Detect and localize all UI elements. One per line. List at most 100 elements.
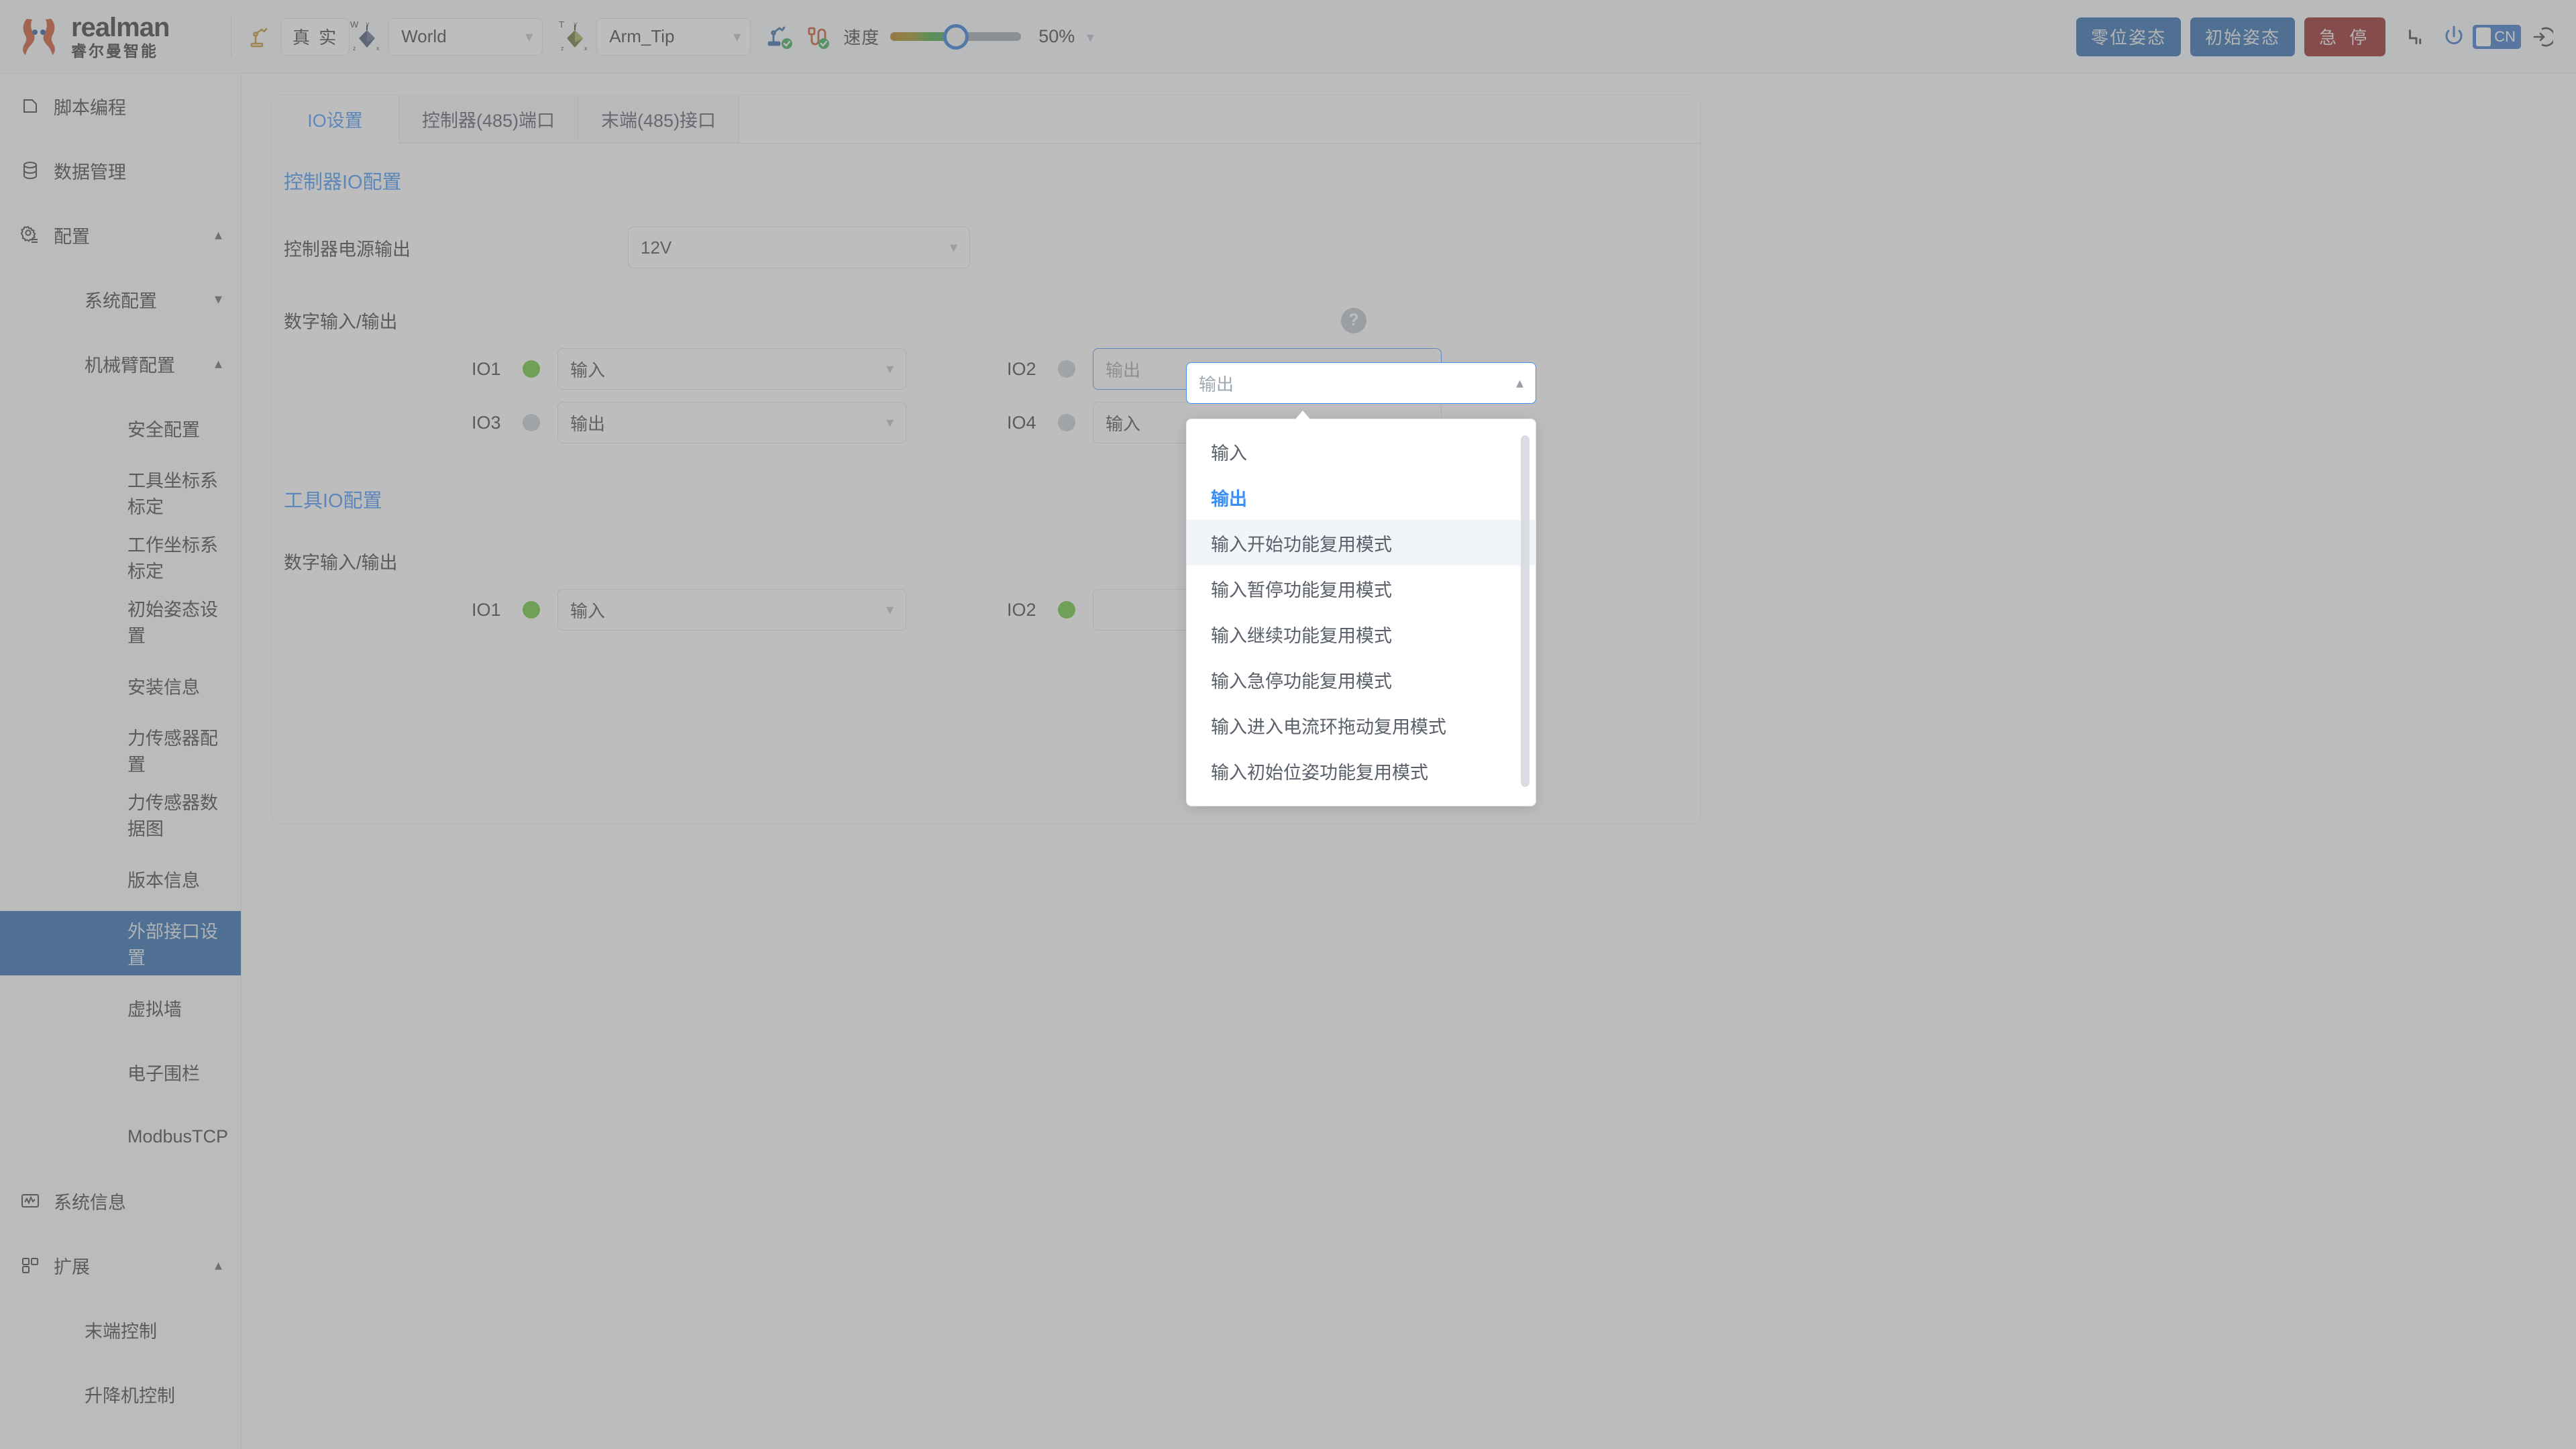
sidebar-item-6[interactable]: 工具坐标系标定 — [0, 460, 241, 525]
io-port-label: IO4 — [1007, 412, 1036, 433]
sidebar-item-1[interactable]: 数据管理 — [0, 138, 241, 203]
svg-text:x: x — [376, 45, 380, 52]
logout-icon[interactable] — [2521, 18, 2559, 56]
sidebar-item-16[interactable]: ModbusTCP — [0, 1104, 241, 1169]
io-mode-select[interactable]: 输出 ▾ — [557, 402, 906, 443]
tab-1[interactable]: 控制器(485)端口 — [399, 95, 579, 143]
io-status-indicator — [523, 414, 540, 431]
power-output-row: 控制器电源输出 12V ▾ — [272, 227, 1701, 268]
chevron-up-icon[interactable]: ▴ — [215, 355, 222, 372]
zero-pose-button[interactable]: 零位姿态 — [2076, 17, 2181, 56]
emergency-stop-button[interactable]: 急 停 — [2304, 17, 2386, 56]
power-output-select[interactable]: 12V ▾ — [628, 227, 970, 268]
chevron-up-icon[interactable]: ▴ — [215, 226, 222, 244]
sidebar-item-label: 工具坐标系标定 — [127, 471, 218, 517]
tab-0[interactable]: IO设置 — [272, 95, 399, 144]
sidebar-item-20[interactable]: 升降机控制 — [0, 1362, 241, 1426]
dropdown-option-4[interactable]: 输入继续功能复用模式 — [1187, 611, 1536, 657]
dropdown-option-0[interactable]: 输入 — [1187, 429, 1536, 474]
help-icon[interactable]: ? — [1341, 307, 1366, 333]
sidebar-item-19[interactable]: 末端控制 — [0, 1297, 241, 1362]
dropdown-option-3[interactable]: 输入暂停功能复用模式 — [1187, 566, 1536, 611]
world-axis-icon: W Y z x — [350, 18, 384, 56]
frame-select[interactable]: World ▾ — [388, 17, 543, 56]
sidebar-item-label: 配置 — [54, 226, 90, 247]
io-mode-select[interactable]: 输入 ▾ — [557, 589, 906, 631]
sidebar-item-18[interactable]: 扩展 ▴ — [0, 1233, 241, 1297]
sidebar-item-0[interactable]: 脚本编程 — [0, 74, 241, 138]
dropdown-scrollbar[interactable] — [1521, 435, 1529, 787]
svg-text:z: z — [561, 45, 564, 52]
sidebar-item-label: 末端控制 — [85, 1321, 157, 1342]
sidebar-item-17[interactable]: 系统信息 — [0, 1169, 241, 1233]
sidebar-item-label: 工作坐标系标定 — [127, 535, 218, 582]
chevron-up-icon: ▴ — [1515, 374, 1523, 391]
sidebar-item-5[interactable]: 安全配置 — [0, 396, 241, 460]
init-pose-button[interactable]: 初始姿态 — [2190, 17, 2295, 56]
sidebar-item-12[interactable]: 版本信息 — [0, 847, 241, 911]
sidebar-item-label: 脚本编程 — [54, 97, 126, 118]
sidebar-item-label: ModbusTCP — [127, 1126, 229, 1146]
brand-text: realman 睿尔曼智能 — [71, 14, 170, 59]
chevron-down-icon[interactable]: ▾ — [215, 290, 222, 308]
sidebar-item-7[interactable]: 工作坐标系标定 — [0, 525, 241, 589]
tool-axis-icon: T Y z x — [557, 18, 592, 56]
power-output-value: 12V — [641, 237, 672, 258]
sidebar-item-3[interactable]: 系统配置 ▾ — [0, 267, 241, 331]
speed-slider[interactable] — [890, 18, 1022, 56]
chevron-up-icon[interactable]: ▴ — [215, 1256, 222, 1274]
sidebar-item-9[interactable]: 安装信息 — [0, 653, 241, 718]
sidebar-item-label: 电子围栏 — [127, 1063, 200, 1084]
io-port-label: IO1 — [472, 599, 501, 620]
io-mode-select[interactable]: 输入 ▾ — [557, 348, 906, 390]
sidebar-item-4[interactable]: 机械臂配置 ▴ — [0, 331, 241, 396]
io-status-indicator — [1058, 414, 1075, 431]
grid-icon — [15, 1254, 46, 1277]
dropdown-option-label: 输入急停功能复用模式 — [1211, 671, 1392, 692]
sidebar-item-8[interactable]: 初始姿态设置 — [0, 589, 241, 653]
robot-arm-icon[interactable] — [244, 18, 281, 56]
chevron-down-icon: ▾ — [885, 414, 894, 431]
dropdown-option-5[interactable]: 输入急停功能复用模式 — [1187, 657, 1536, 702]
io2-select-trigger[interactable]: 输出 ▴ — [1186, 362, 1536, 404]
brand-logo: realman 睿尔曼智能 — [17, 14, 219, 59]
tab-2[interactable]: 末端(485)接口 — [578, 95, 740, 143]
sidebar-item-13[interactable]: 外部接口设置 — [0, 911, 241, 975]
speed-percent: 50% — [1038, 26, 1075, 46]
script-icon — [15, 95, 46, 117]
sidebar-item-label: 安全配置 — [127, 419, 200, 440]
io-mode-value: 输入 — [570, 360, 606, 380]
sidebar-item-14[interactable]: 虚拟墙 — [0, 975, 241, 1040]
io-status-indicator — [523, 601, 540, 619]
sidebar-item-15[interactable]: 电子围栏 — [0, 1040, 241, 1104]
io2-dropdown-menu[interactable]: 输入 输出 输入开始功能复用模式 输入暂停功能复用模式 输入继续功能复用模式输入急停功能… — [1186, 419, 1536, 806]
dropdown-option-6[interactable]: 输入进入电流环拖动复用模式 — [1187, 702, 1536, 748]
joint-icon[interactable] — [2398, 18, 2435, 56]
chevron-down-icon: ▾ — [885, 601, 894, 618]
sidebar-item-11[interactable]: 力传感器数据图 — [0, 782, 241, 847]
dropdown-option-1[interactable]: 输出 — [1187, 474, 1536, 520]
sidebar-item-10[interactable]: 力传感器配置 — [0, 718, 241, 782]
power-output-label: 控制器电源输出 — [284, 239, 411, 260]
slider-knob[interactable] — [943, 23, 969, 50]
tool-select[interactable]: Arm_Tip ▾ — [596, 17, 751, 56]
language-toggle[interactable]: CN — [2473, 18, 2521, 56]
io-mode-value: 输入 — [1106, 413, 1141, 434]
io-mode-value: 输出 — [570, 413, 606, 434]
sidebar-item-label: 外部接口设置 — [127, 922, 218, 968]
gear-icon — [15, 223, 46, 246]
sidebar-item-label: 系统信息 — [54, 1192, 126, 1213]
svg-text:T: T — [559, 19, 564, 30]
panel-tabs: IO设置 控制器(485)端口 末端(485)接口 — [272, 95, 1701, 144]
io-status-indicator — [1058, 360, 1075, 378]
power-icon[interactable] — [2435, 18, 2473, 56]
io-mode-value: 输入 — [570, 600, 606, 621]
io-cell: IO1 输入 ▾ — [472, 589, 906, 631]
io-cell: IO1 输入 ▾ — [472, 348, 906, 390]
dropdown-option-7[interactable]: 输入初始位姿功能复用模式 — [1187, 748, 1536, 794]
sidebar-item-2[interactable]: 配置 ▴ — [0, 203, 241, 267]
io-cell: IO3 输出 ▾ — [472, 402, 906, 443]
dropdown-option-2[interactable]: 输入开始功能复用模式 — [1187, 520, 1536, 566]
mode-button[interactable]: 真 实 — [281, 17, 350, 56]
speed-value-dropdown[interactable]: 50% ▾ — [1038, 26, 1094, 47]
